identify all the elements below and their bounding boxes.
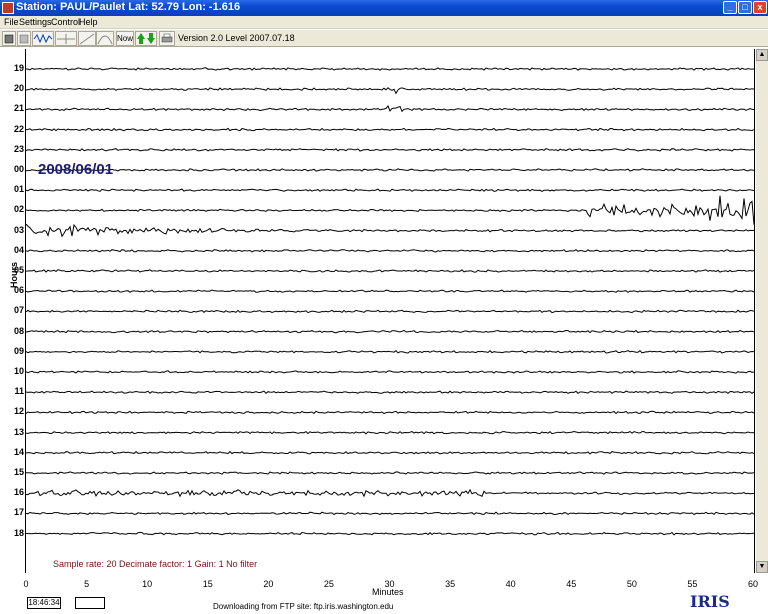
- trace-line: [25, 168, 755, 172]
- x-tick-label: 35: [445, 579, 456, 589]
- trace-line: [25, 430, 755, 435]
- close-button[interactable]: x: [753, 1, 767, 14]
- curve-icon[interactable]: [96, 31, 114, 46]
- trace-line: [25, 269, 755, 273]
- hour-label: 00: [13, 164, 24, 174]
- x-axis-label: Minutes: [372, 587, 404, 597]
- scroll-arrows-icon[interactable]: [135, 31, 157, 46]
- x-tick-label: 10: [142, 579, 153, 589]
- trace-line: [25, 223, 755, 238]
- hour-label: 21: [13, 103, 24, 114]
- hour-label: 11: [14, 386, 24, 397]
- menu-file[interactable]: File: [4, 16, 19, 28]
- menu-help[interactable]: Help: [79, 16, 98, 28]
- hour-label: 14: [13, 446, 24, 457]
- trace-line: [25, 289, 755, 293]
- status-message: Downloading from FTP site: ftp.iris.wash…: [213, 602, 394, 611]
- x-tick-label: 45: [566, 579, 577, 589]
- trace-line: [25, 309, 755, 314]
- print-icon[interactable]: [159, 31, 175, 46]
- menu-settings[interactable]: Settings: [19, 16, 52, 28]
- hour-label: 07: [13, 305, 24, 316]
- x-tick-label: 50: [626, 579, 637, 589]
- hour-label: 03: [13, 224, 24, 235]
- hour-label: 22: [13, 123, 24, 134]
- save-icon[interactable]: [17, 31, 31, 46]
- trace-line: [25, 450, 755, 455]
- title-bar: Station: PAUL/Paulet Lat: 52.79 Lon: -1.…: [0, 0, 768, 16]
- date-stamp: 2008/06/01: [38, 161, 114, 178]
- hour-label: 16: [13, 487, 24, 498]
- trace-line: [25, 188, 755, 192]
- maximize-button[interactable]: □: [738, 1, 752, 14]
- toolbar: Now Version 2.0 Level 2007.07.18: [0, 29, 768, 47]
- menu-bar: File Settings Control Help: [0, 16, 768, 28]
- x-tick-label: 40: [505, 579, 516, 589]
- helicorder-plot: [25, 49, 755, 573]
- hour-label: 10: [13, 366, 24, 376]
- x-tick-label: 5: [84, 579, 90, 589]
- trace-line: [25, 531, 755, 536]
- hour-label: 18: [13, 527, 24, 538]
- x-tick-label: 0: [23, 579, 29, 589]
- trace-line: [25, 370, 755, 374]
- trace-line: [25, 329, 755, 334]
- hour-label: 17: [13, 507, 24, 518]
- hour-label: 02: [13, 204, 24, 215]
- vertical-scrollbar[interactable]: ▲ ▼: [756, 49, 768, 573]
- settings-readout: Sample rate: 20 Decimate factor: 1 Gain:…: [53, 559, 258, 569]
- hour-label: 23: [13, 143, 24, 154]
- trace-line: [25, 511, 755, 516]
- time-display: 18:46:34: [27, 597, 61, 609]
- hour-label: 15: [13, 467, 24, 477]
- trace-line: [25, 410, 755, 415]
- trace-line: [25, 105, 755, 113]
- trace-line: [25, 390, 755, 395]
- trace-line: [25, 249, 755, 253]
- now-button[interactable]: Now: [116, 31, 134, 46]
- minimize-button[interactable]: _: [723, 1, 737, 14]
- trace-line: [25, 127, 755, 132]
- scroll-down-icon[interactable]: ▼: [756, 561, 768, 573]
- version-label: Version 2.0 Level 2007.07.18: [178, 33, 295, 43]
- window-title: Station: PAUL/Paulet Lat: 52.79 Lon: -1.…: [16, 1, 241, 13]
- filter-icon[interactable]: [55, 31, 77, 46]
- slope-icon[interactable]: [78, 31, 96, 46]
- trace-line: [25, 350, 755, 354]
- hour-label: 01: [13, 184, 24, 195]
- app-icon: [2, 2, 14, 14]
- trace-line: [25, 67, 755, 71]
- trace-line: [25, 148, 754, 152]
- menu-control[interactable]: Control: [51, 16, 80, 28]
- seismogram-traces: [25, 67, 755, 536]
- x-tick-label: 60: [747, 579, 758, 589]
- iris-logo: IRIS: [690, 592, 730, 611]
- hour-label: 13: [13, 426, 24, 437]
- hour-label: 08: [13, 325, 24, 336]
- scroll-up-icon[interactable]: ▲: [756, 49, 768, 61]
- open-icon[interactable]: [2, 31, 16, 46]
- hour-label: 20: [13, 83, 24, 94]
- hour-label: 19: [13, 63, 24, 73]
- hour-label: 12: [13, 406, 24, 417]
- hour-label: 09: [13, 345, 24, 356]
- y-axis-label: Hours: [9, 261, 20, 289]
- blank-input-box[interactable]: [75, 597, 105, 609]
- x-tick-label: 25: [323, 579, 334, 589]
- waveform-icon[interactable]: [32, 31, 54, 46]
- hour-label: 04: [13, 244, 24, 255]
- trace-line: [25, 488, 755, 498]
- x-tick-label: 55: [687, 579, 698, 589]
- trace-line: [26, 471, 755, 475]
- x-tick-label: 15: [202, 579, 213, 589]
- trace-line: [25, 87, 755, 95]
- x-tick-label: 20: [263, 579, 274, 589]
- trace-line: [25, 195, 755, 225]
